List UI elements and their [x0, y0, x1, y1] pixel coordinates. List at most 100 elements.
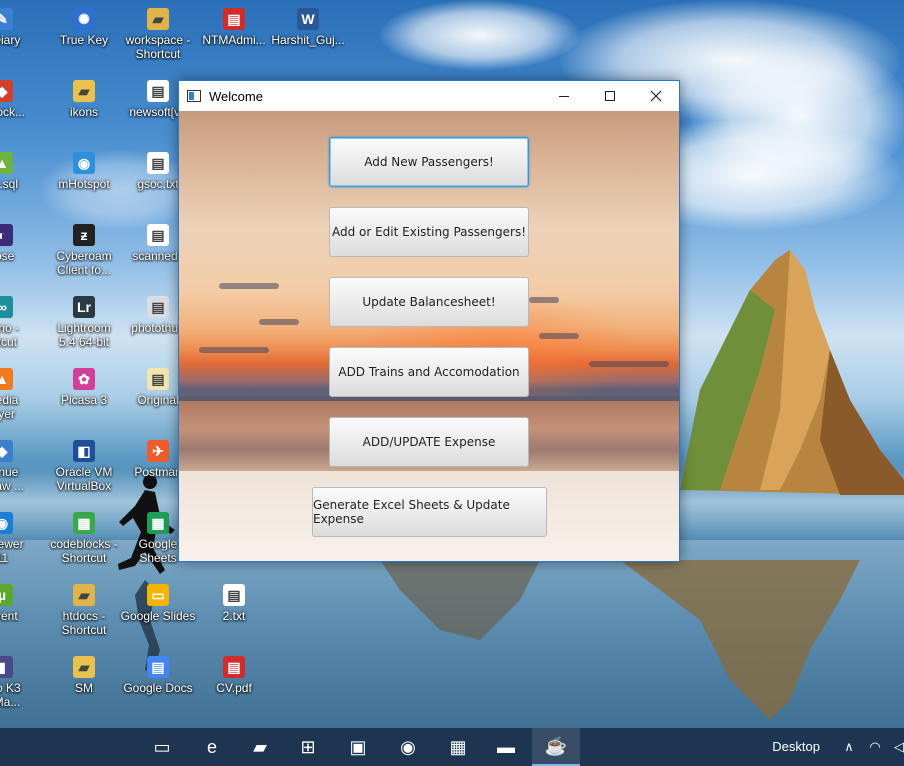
title-bar[interactable]: Welcome — [179, 81, 679, 111]
desktop-icon-label: Google Docs — [123, 681, 193, 695]
desktop-icon-glyph-icon: ✈ — [147, 440, 169, 462]
taskbar-button[interactable]: ⊞ — [284, 728, 332, 766]
desktop-icon[interactable]: ▤ 2.txt — [196, 584, 272, 623]
desktop-icon[interactable]: ◉ mHotspot — [46, 152, 122, 191]
add-update-expense-button[interactable]: ADD/UPDATE Expense — [329, 417, 529, 467]
desktop-icon-glyph-icon: ✎ — [0, 8, 13, 30]
desktop-icon-label: ovo K3 e Ma... — [0, 681, 21, 709]
desktop-icon[interactable]: ▭ Google Slides — [120, 584, 196, 623]
desktop-icon-label: ntinue lDraw ... — [0, 465, 24, 493]
desktop-icon-glyph-icon: ▲ — [0, 152, 13, 174]
desktop-icon-glyph-icon: ▦ — [147, 512, 169, 534]
desktop-icon-glyph-icon: Lr — [73, 296, 95, 318]
taskbar-button[interactable]: ▬ — [482, 728, 530, 766]
desktop-icon[interactable]: ✿ Picasa 3 — [46, 368, 122, 407]
task-view-icon: ▭ — [153, 736, 171, 757]
desktop-icon-label: orrent — [0, 609, 18, 623]
desktop-icon[interactable]: ƶ Cyberoam Client fo... — [46, 224, 122, 277]
desktop-icon-glyph-icon: ◧ — [73, 440, 95, 462]
edge-icon: e — [206, 736, 217, 757]
taskbar-button[interactable]: ☕ — [532, 728, 580, 766]
desktop-icon-label: CV.pdf — [216, 681, 252, 695]
store-icon: ⊞ — [300, 736, 316, 757]
wifi-icon[interactable]: ◠ — [864, 728, 886, 766]
desktop-icon-label: True Key — [59, 33, 109, 47]
taskbar-button[interactable]: e — [188, 728, 236, 766]
desktop-icon[interactable]: ◉ nViewer 11 — [0, 512, 40, 565]
close-icon — [650, 90, 662, 102]
desktop-icon-glyph-icon: ▤ — [147, 152, 169, 174]
desktop-icon[interactable]: ◆ eBlock... — [0, 80, 40, 119]
desktop-icon[interactable]: ▲ media layer — [0, 368, 40, 421]
desktop-icon[interactable]: ▰ htdocs - Shortcut — [46, 584, 122, 637]
desktop-icon[interactable]: Lr Lightroom 5.4 64-bit — [46, 296, 122, 349]
desktop-icon[interactable]: µ orrent — [0, 584, 40, 623]
add-edit-passengers-button[interactable]: Add or Edit Existing Passengers! — [329, 207, 529, 257]
taskbar-button[interactable]: ◉ — [384, 728, 432, 766]
desktop-toolbar-label[interactable]: Desktop — [772, 728, 820, 766]
taskbar-button[interactable]: ▦ — [434, 728, 482, 766]
photos-icon: ▣ — [349, 736, 367, 757]
desktop-icon-glyph-icon: ƶ — [73, 224, 95, 246]
desktop-icon-label: SM — [75, 681, 93, 695]
desktop-icon-glyph-icon: ◉ — [0, 512, 13, 534]
file-explorer-icon: ▰ — [253, 736, 267, 757]
desktop-icon-label: Google Slides — [120, 609, 196, 623]
desktop-icon[interactable]: ▤ Google Docs — [120, 656, 196, 695]
desktop-icon[interactable]: ▤ NTMAdmi... — [196, 8, 272, 47]
update-balancesheet-button[interactable]: Update Balancesheet! — [329, 277, 529, 327]
desktop-icon[interactable]: ▤ CV.pdf — [196, 656, 272, 695]
desktop-icon[interactable]: ▲ rld.sql — [0, 152, 40, 191]
desktop-icon[interactable]: ✎ lyDiary — [0, 8, 40, 47]
desktop-icon[interactable]: ✺ True Key — [46, 8, 122, 47]
desktop-icon-glyph-icon: ▤ — [147, 368, 169, 390]
desktop-icon-glyph-icon: ◐ — [0, 224, 13, 246]
java-icon: ☕ — [544, 735, 568, 756]
desktop-icon-label: htdocs - Shortcut — [61, 609, 107, 637]
desktop-icon-label: 2.txt — [222, 609, 246, 623]
desktop-icon-label: lyDiary — [0, 33, 21, 47]
rock-reflection — [620, 560, 860, 720]
taskbar-button[interactable]: ▰ — [236, 728, 284, 766]
desktop-icon-label: nViewer 11 — [0, 537, 24, 565]
chevron-up-icon[interactable]: ∧ — [838, 728, 860, 766]
desktop-icon[interactable]: ▰ workspace - Shortcut — [120, 8, 196, 61]
desktop-icon[interactable]: W Harshit_Guj... — [270, 8, 346, 47]
desktop-icon-glyph-icon: ▦ — [73, 512, 95, 534]
generate-excel-sheets-button[interactable]: Generate Excel Sheets & Update Expense — [312, 487, 547, 537]
maximize-button[interactable] — [587, 81, 633, 111]
desktop-icon-glyph-icon: ▤ — [147, 656, 169, 678]
desktop-icon-glyph-icon: ✿ — [73, 368, 95, 390]
desktop-icon-label: eBlock... — [0, 105, 26, 119]
close-button[interactable] — [633, 81, 679, 111]
welcome-window[interactable]: Welcome Add New Passengers! Add or Edit … — [178, 80, 680, 562]
taskbar-button[interactable]: ▭ — [138, 728, 186, 766]
desktop-icon[interactable]: ▦ codeblocks - Shortcut — [46, 512, 122, 565]
desktop-icon-glyph-icon: ▰ — [73, 80, 95, 102]
desktop-icon-label: Oracle VM VirtualBox — [55, 465, 113, 493]
app-window-icon — [187, 90, 201, 102]
desktop-icon[interactable]: ▮ ovo K3 e Ma... — [0, 656, 40, 709]
desktop-icon[interactable]: ▰ SM — [46, 656, 122, 695]
rock-reflection-left — [380, 560, 540, 640]
desktop-icon[interactable]: ∞ buno - ortcut — [0, 296, 40, 349]
minimize-icon — [559, 95, 569, 97]
desktop-icon-label: NTMAdmi... — [202, 33, 266, 47]
desktop-icon[interactable]: ◆ ntinue lDraw ... — [0, 440, 40, 493]
desktop-icon[interactable]: ◧ Oracle VM VirtualBox — [46, 440, 122, 493]
desktop-icon[interactable]: ▰ ikons — [46, 80, 122, 119]
maximize-icon — [605, 91, 615, 101]
window-title: Welcome — [209, 88, 263, 104]
add-new-passengers-button[interactable]: Add New Passengers! — [329, 137, 529, 187]
rock-formation — [680, 250, 904, 495]
volume-icon[interactable]: ◁ — [888, 728, 904, 766]
desktop-icon[interactable]: ◐ lipse — [0, 224, 40, 263]
minimize-button[interactable] — [541, 81, 587, 111]
taskbar-button[interactable]: ▣ — [334, 728, 382, 766]
desktop-icon-label: codeblocks - Shortcut — [50, 537, 118, 565]
desktop-icon-glyph-icon: ▰ — [147, 8, 169, 30]
desktop-icon-label: Cyberoam Client fo... — [56, 249, 112, 277]
desktop-icon-glyph-icon: ▤ — [147, 80, 169, 102]
desktop-icon-glyph-icon: ◉ — [73, 152, 95, 174]
add-trains-accomodation-button[interactable]: ADD Trains and Accomodation — [329, 347, 529, 397]
